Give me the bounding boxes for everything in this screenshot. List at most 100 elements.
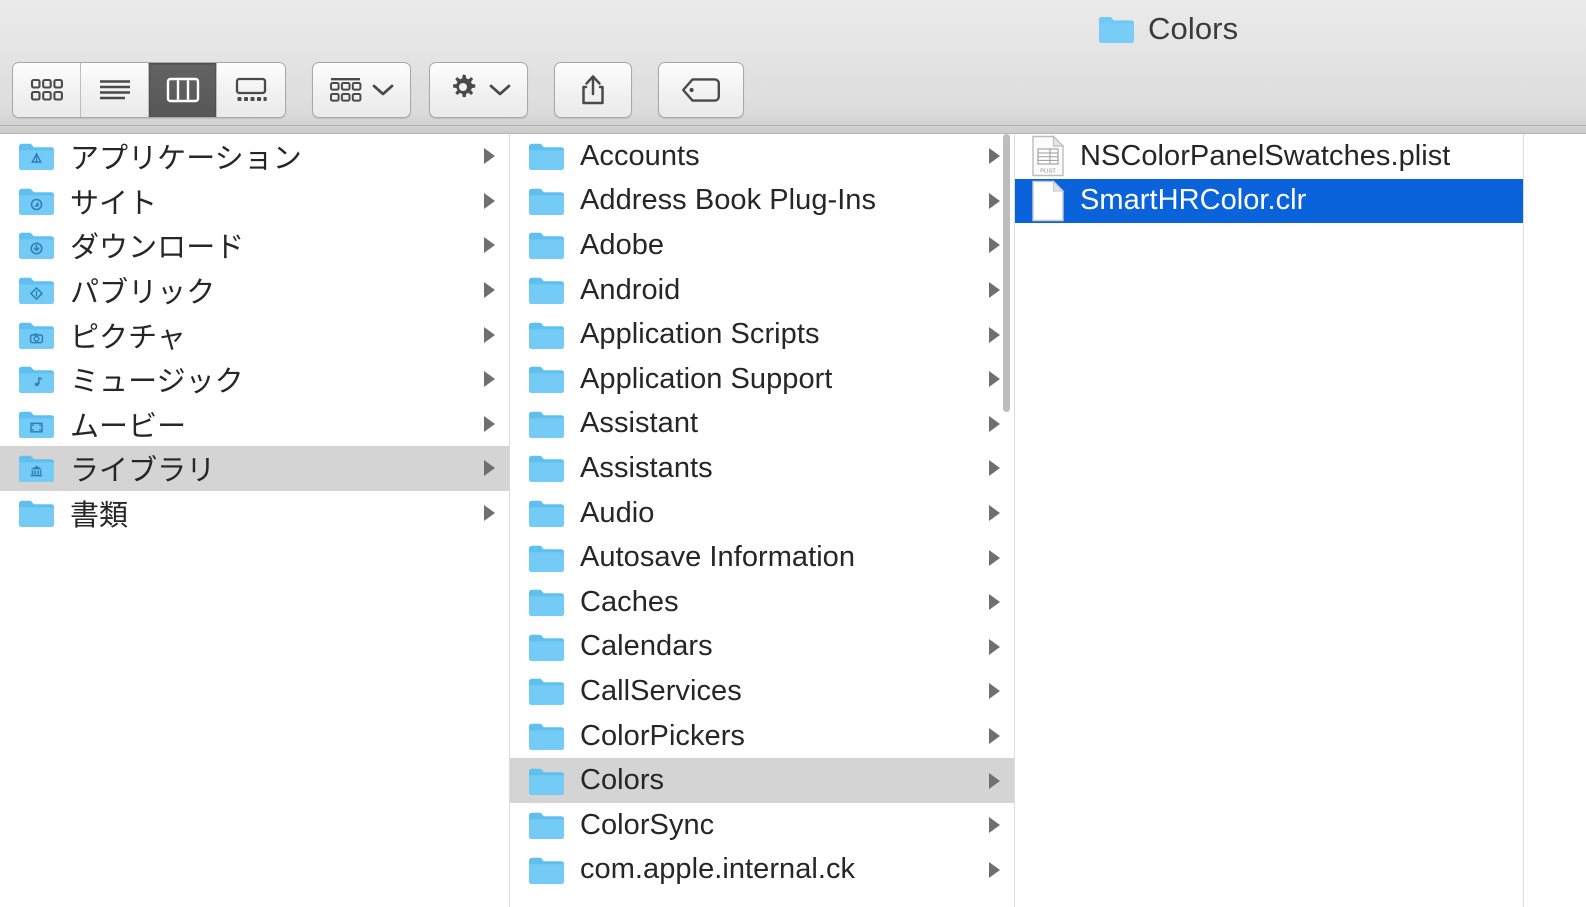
list-item[interactable]: アプリケーション xyxy=(0,134,509,179)
list-item[interactable]: パブリック xyxy=(0,268,509,313)
list-item[interactable]: com.apple.internal.ck xyxy=(510,848,1014,893)
view-mode-list-button[interactable] xyxy=(81,63,149,117)
folder-icon xyxy=(1098,14,1135,44)
folder-icon xyxy=(528,364,565,394)
list-item[interactable]: CallServices xyxy=(510,669,1014,714)
view-mode-coverflow-button[interactable] xyxy=(217,63,285,117)
disclosure-triangle-icon[interactable] xyxy=(484,371,495,387)
disclosure-triangle-icon[interactable] xyxy=(989,237,1000,253)
list-item[interactable]: Assistant xyxy=(510,402,1014,447)
list-item-label: Application Support xyxy=(580,363,832,396)
list-icon xyxy=(98,78,132,102)
disclosure-triangle-icon[interactable] xyxy=(989,282,1000,298)
disclosure-triangle-icon[interactable] xyxy=(484,282,495,298)
disclosure-triangle-icon[interactable] xyxy=(989,550,1000,566)
list-item[interactable]: Audio xyxy=(510,491,1014,536)
chevron-down-icon xyxy=(372,83,394,97)
list-item[interactable]: Caches xyxy=(510,580,1014,625)
disclosure-triangle-icon[interactable] xyxy=(989,683,1000,699)
list-item-label: NSColorPanelSwatches.plist xyxy=(1080,140,1450,173)
disclosure-triangle-icon[interactable] xyxy=(484,505,495,521)
folder-documents-icon xyxy=(18,498,55,528)
folder-pictures-icon xyxy=(18,320,55,350)
list-item[interactable]: Application Support xyxy=(510,357,1014,402)
disclosure-triangle-icon[interactable] xyxy=(989,148,1000,164)
view-mode-icon-button[interactable] xyxy=(13,63,81,117)
list-item[interactable]: SmartHRColor.clr xyxy=(1015,179,1523,224)
view-mode-segmented-control[interactable] xyxy=(12,62,286,118)
folder-icon xyxy=(528,587,565,617)
gear-icon xyxy=(446,73,480,107)
disclosure-triangle-icon[interactable] xyxy=(989,639,1000,655)
folder-icon xyxy=(528,721,565,751)
list-item[interactable]: PLIST NSColorPanelSwatches.plist xyxy=(1015,134,1523,179)
tag-button[interactable] xyxy=(658,62,744,118)
column-library-scrollbar[interactable] xyxy=(1001,134,1012,907)
folder-icon xyxy=(528,766,565,796)
columns-icon xyxy=(166,77,200,103)
list-item-label: ピクチャ xyxy=(70,314,186,356)
list-item[interactable]: ライブラリ xyxy=(0,446,509,491)
list-item-label: アプリケーション xyxy=(70,135,302,177)
action-button[interactable] xyxy=(429,62,528,118)
disclosure-triangle-icon[interactable] xyxy=(989,862,1000,878)
disclosure-triangle-icon[interactable] xyxy=(989,728,1000,744)
disclosure-triangle-icon[interactable] xyxy=(989,505,1000,521)
share-button[interactable] xyxy=(554,62,632,118)
disclosure-triangle-icon[interactable] xyxy=(484,460,495,476)
list-item[interactable]: ColorSync xyxy=(510,803,1014,848)
disclosure-triangle-icon[interactable] xyxy=(989,193,1000,209)
list-item[interactable]: Assistants xyxy=(510,446,1014,491)
disclosure-triangle-icon[interactable] xyxy=(989,817,1000,833)
list-item-label: Colors xyxy=(580,764,664,797)
list-item[interactable]: Adobe xyxy=(510,223,1014,268)
view-mode-column-button[interactable] xyxy=(149,63,217,117)
arrange-icon xyxy=(329,77,363,104)
list-item[interactable]: Calendars xyxy=(510,625,1014,670)
window-title-text: Colors xyxy=(1148,11,1238,47)
list-item[interactable]: Colors xyxy=(510,758,1014,803)
svg-text:PLIST: PLIST xyxy=(1040,169,1056,175)
list-item[interactable]: Application Scripts xyxy=(510,312,1014,357)
list-item[interactable]: ピクチャ xyxy=(0,312,509,357)
folder-icon xyxy=(528,632,565,662)
disclosure-triangle-icon[interactable] xyxy=(484,327,495,343)
disclosure-triangle-icon[interactable] xyxy=(989,773,1000,789)
list-item[interactable]: Accounts xyxy=(510,134,1014,179)
list-item[interactable]: サイト xyxy=(0,179,509,224)
list-item[interactable]: Android xyxy=(510,268,1014,313)
list-item-label: Accounts xyxy=(580,140,700,173)
disclosure-triangle-icon[interactable] xyxy=(484,193,495,209)
disclosure-triangle-icon[interactable] xyxy=(484,148,495,164)
list-item-label: Calendars xyxy=(580,630,713,663)
folder-icon xyxy=(528,141,565,171)
list-item[interactable]: ミュージック xyxy=(0,357,509,402)
toolbar-controls xyxy=(12,62,744,118)
disclosure-triangle-icon[interactable] xyxy=(484,416,495,432)
list-item[interactable]: Address Book Plug-Ins xyxy=(510,179,1014,224)
disclosure-triangle-icon[interactable] xyxy=(989,371,1000,387)
list-item[interactable]: Autosave Information xyxy=(510,535,1014,580)
tag-icon xyxy=(681,77,721,103)
folder-icon xyxy=(528,275,565,305)
disclosure-triangle-icon[interactable] xyxy=(989,416,1000,432)
disclosure-triangle-icon[interactable] xyxy=(484,237,495,253)
list-item[interactable]: ムービー xyxy=(0,402,509,447)
toolbar: Colors xyxy=(0,0,1586,126)
coverflow-icon xyxy=(234,77,268,103)
finder-window: Colors xyxy=(0,0,1586,907)
list-item[interactable]: 書類 xyxy=(0,491,509,536)
disclosure-triangle-icon[interactable] xyxy=(989,594,1000,610)
column-home: アプリケーションサイトダウンロードパブリックピクチャミュージックムービーライブラ… xyxy=(0,134,510,907)
scrollbar-thumb[interactable] xyxy=(1003,134,1010,412)
list-item[interactable]: ダウンロード xyxy=(0,223,509,268)
plist-file-icon: PLIST xyxy=(1031,135,1065,177)
folder-icon xyxy=(528,498,565,528)
list-item[interactable]: ColorPickers xyxy=(510,714,1014,759)
share-icon xyxy=(577,73,609,107)
disclosure-triangle-icon[interactable] xyxy=(989,460,1000,476)
disclosure-triangle-icon[interactable] xyxy=(989,327,1000,343)
list-item-label: Assistant xyxy=(580,407,698,440)
column-library: Accounts Address Book Plug-InsAdobeAndroi… xyxy=(510,134,1015,907)
arrange-button[interactable] xyxy=(312,62,411,118)
